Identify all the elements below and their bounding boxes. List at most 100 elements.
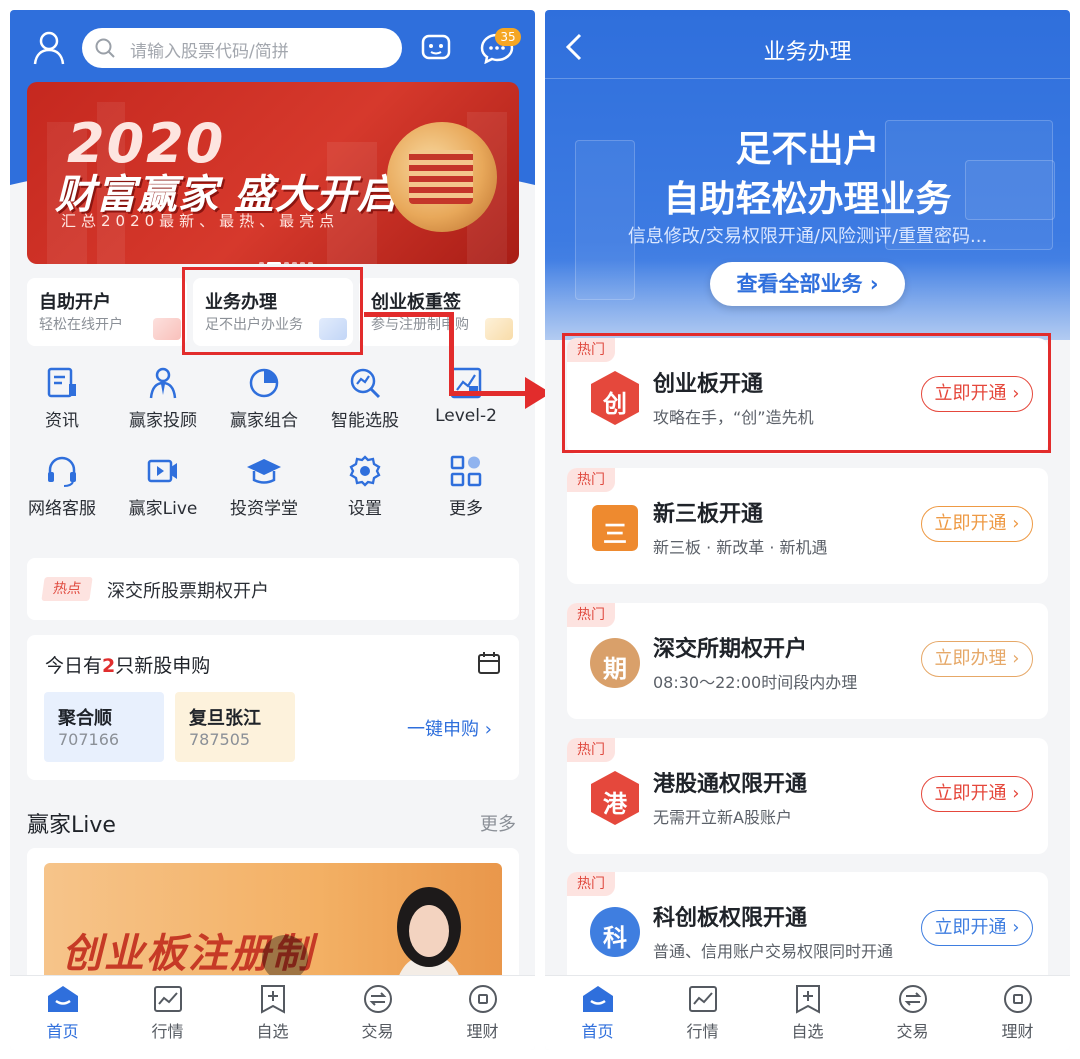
service-subtitle: 普通、信用账户交易权限同时开通 [653,942,894,961]
hot-news-bar[interactable]: 热点 深交所股票期权开户 [27,558,519,620]
quick-open-account[interactable]: 自助开户 轻松在线开户 [27,278,187,346]
ipo-stock-card[interactable]: 复旦张江 787505 [175,692,295,762]
grid-item-advisor[interactable]: 赢家投顾 [113,366,213,446]
home-screen: 请输入股票代码/简拼 35 2020 财富赢家 盛大开启 汇总2020最新、最热… [10,10,535,1050]
highlight-box-chinext [562,333,1051,453]
ipo-title: 今日有2只新股申购 [45,655,211,677]
tab-wealth[interactable]: 理财 [430,976,535,1050]
grid-label: 更多 [449,499,483,519]
tab-trade[interactable]: 交易 [860,976,965,1050]
live-card[interactable]: 创业板注册制 [27,848,519,988]
tab-label: 首页 [46,1022,79,1041]
ipo-stock-card[interactable]: 聚合顺 707166 [44,692,164,762]
tab-label: 理财 [466,1022,499,1041]
grid-item-settings[interactable]: 设置 [315,454,415,534]
service-card-szse-options[interactable]: 热门 期 深交所期权开户 08:30～22:00时间段内办理 立即办理 › [567,603,1048,719]
open-now-button[interactable]: 立即开通 › [921,506,1033,542]
ipo-count: 2 [102,655,116,677]
page-title: 业务办理 [763,40,852,65]
badge-glyph: 期 [603,655,627,683]
watchlist-add-icon [795,985,820,1014]
grid-label: Level-2 [435,406,497,426]
tab-home[interactable]: 首页 [545,976,650,1050]
grid-item-support[interactable]: 网络客服 [12,454,112,534]
hot-tag: 热门 [567,872,615,896]
smart-pick-icon [350,368,381,399]
grid-item-smart-pick[interactable]: 智能选股 [315,366,415,446]
connector-arrow [449,312,454,396]
grid-item-portfolio[interactable]: 赢家组合 [214,366,314,446]
tab-trade[interactable]: 交易 [325,976,430,1050]
handle-now-button[interactable]: 立即办理 › [921,641,1033,677]
tab-label: 理财 [1001,1022,1034,1041]
robot-assistant-icon[interactable] [421,32,451,62]
one-click-subscribe-button[interactable]: 一键申购 › [407,715,492,741]
bottom-tab-bar: 首页 行情 自选 交易 理财 [545,975,1070,1050]
user-icon[interactable] [32,30,66,66]
hot-tag: 热门 [567,738,615,762]
tab-wealth[interactable]: 理财 [965,976,1070,1050]
grid-label: 赢家Live [128,499,198,519]
ipo-card: 今日有2只新股申购 聚合顺 707166 复旦张江 787505 一键申购 › [27,635,519,780]
badge-glyph: 港 [603,790,627,818]
ipo-stock-code: 707166 [58,730,120,749]
home-icon [582,986,613,1012]
headset-icon [48,456,76,487]
tab-watchlist[interactable]: 自选 [220,976,325,1050]
grid-label: 赢家组合 [230,411,298,431]
trend-deco-icon [153,318,181,340]
service-card-star-market[interactable]: 热门 科 科创板权限开通 普通、信用账户交易权限同时开通 立即开通 › [567,872,1048,988]
search-input[interactable]: 请输入股票代码/简拼 [82,28,402,68]
connector-arrow [364,312,454,317]
wealth-icon [1003,985,1032,1013]
hot-news-text: 深交所股票期权开户 [107,581,269,602]
live-section-title: 赢家Live [27,813,116,838]
tab-market[interactable]: 行情 [650,976,755,1050]
open-now-button[interactable]: 立即开通 › [921,910,1033,946]
grid-item-academy[interactable]: 投资学堂 [214,454,314,534]
connector-arrow [449,391,529,396]
service-title: 港股通权限开通 [653,772,808,797]
banner-logo [387,122,497,232]
market-chart-icon [153,986,182,1012]
quick-title: 创业板重签 [371,292,461,313]
grid-item-level2[interactable]: Level-2 [416,366,516,446]
hero-line-3: 信息修改/交易权限开通/风险测评/重置密码... [627,226,988,247]
highlight-box-business [182,267,363,355]
tab-watchlist[interactable]: 自选 [755,976,860,1050]
grid-item-more[interactable]: 更多 [416,454,516,534]
tab-home[interactable]: 首页 [10,976,115,1050]
quick-subtitle: 参与注册制申购 [371,317,469,333]
service-subtitle: 08:30～22:00时间段内办理 [653,673,858,692]
view-all-services-button[interactable]: 查看全部业务 › [710,262,905,306]
live-more-link[interactable]: 更多 [480,810,516,836]
portfolio-pie-icon [249,368,279,398]
open-now-button[interactable]: 立即开通 › [921,776,1033,812]
advisor-icon [149,367,177,399]
home-icon [47,986,78,1012]
document-deco-icon [485,318,513,340]
service-subtitle: 新三板 · 新改革 · 新机遇 [653,538,828,557]
hero-line-2: 自助轻松办理业务 [663,179,952,220]
service-card-neeq[interactable]: 热门 三 新三板开通 新三板 · 新改革 · 新机遇 立即开通 › [567,468,1048,584]
grid-item-news[interactable]: 资讯 [12,366,112,446]
tab-market[interactable]: 行情 [115,976,220,1050]
market-chart-icon [688,986,717,1012]
live-thumbnail: 创业板注册制 [44,863,502,988]
carousel-dots [259,250,316,264]
trade-exchange-icon [898,985,927,1013]
wealth-icon [468,985,497,1013]
trade-exchange-icon [363,985,392,1013]
grid-item-live[interactable]: 赢家Live [113,454,213,534]
message-count-badge: 35 [495,28,521,46]
quick-subtitle: 轻松在线开户 [39,317,123,333]
calendar-icon[interactable] [477,651,501,675]
tab-label: 自选 [791,1022,824,1041]
tab-label: 交易 [896,1022,929,1041]
promo-banner[interactable]: 2020 财富赢家 盛大开启 汇总2020最新、最热、最亮点 [27,82,519,264]
hero-line-1: 足不出户 [735,129,880,170]
ipo-stock-name: 聚合顺 [58,708,112,729]
gear-icon [349,455,381,487]
watchlist-add-icon [260,985,285,1014]
service-card-hk-connect[interactable]: 热门 港 港股通权限开通 无需开立新A股账户 立即开通 › [567,738,1048,854]
